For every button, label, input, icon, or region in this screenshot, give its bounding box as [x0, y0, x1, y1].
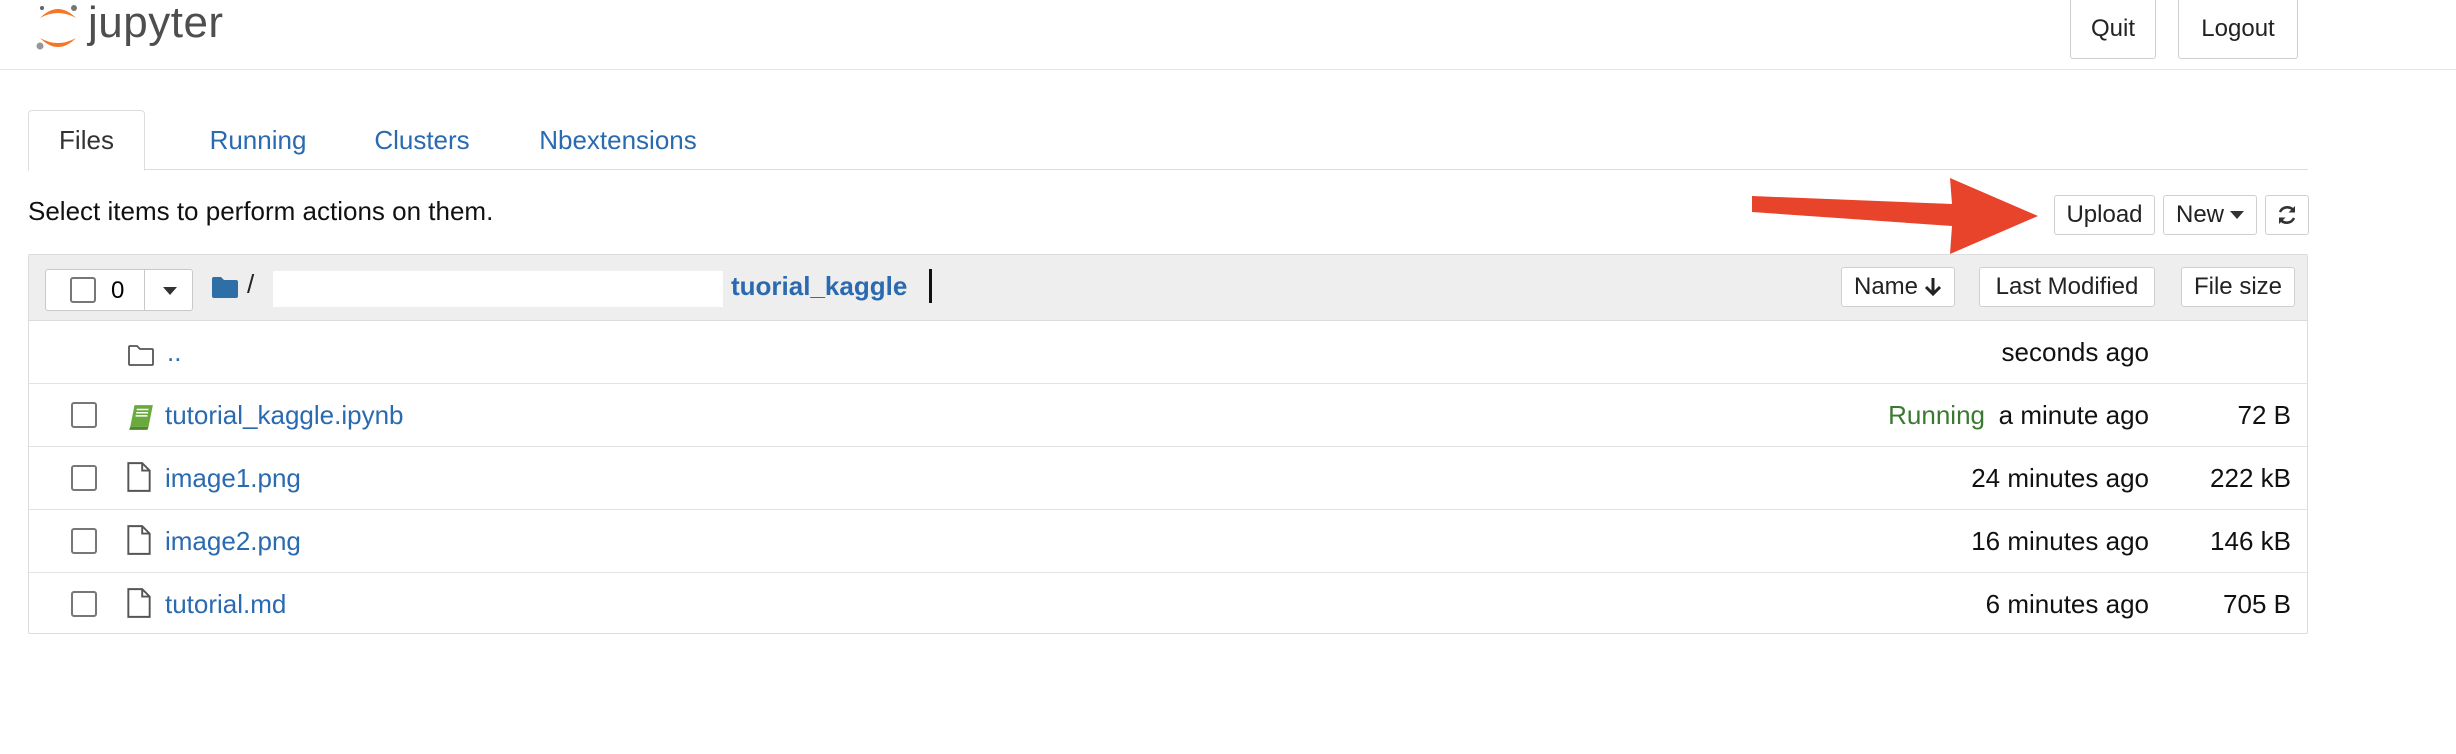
file-icon [127, 588, 151, 618]
arrow-down-icon [1924, 278, 1942, 297]
select-all-group[interactable]: 0 [45, 269, 193, 311]
file-name[interactable]: image1.png [165, 463, 301, 494]
new-dropdown[interactable]: New [2163, 195, 2257, 235]
running-status-label: Running [1888, 400, 1985, 430]
tab-running[interactable]: Running [168, 110, 348, 171]
list-item[interactable]: tutorial_kaggle.ipynb Running a minute a… [29, 384, 2307, 447]
list-item-parent-dir[interactable]: .. seconds ago [29, 321, 2307, 384]
file-name[interactable]: image2.png [165, 526, 301, 557]
file-size: 705 B [2223, 589, 2291, 619]
chevron-down-icon[interactable] [163, 287, 177, 295]
folder-icon [128, 345, 154, 366]
chevron-down-icon [2230, 211, 2244, 219]
tab-bar: Files Running Clusters Nbextensions [28, 110, 2308, 171]
file-name[interactable]: tutorial.md [165, 589, 286, 620]
row-checkbox[interactable] [71, 528, 97, 554]
quit-button[interactable]: Quit [2070, 0, 2156, 59]
text-cursor [929, 269, 932, 303]
last-modified: 16 minutes ago [1971, 526, 2149, 556]
list-item[interactable]: image1.png 24 minutes ago 222 kB [29, 447, 2307, 510]
breadcrumb-separator: / [247, 269, 255, 299]
logout-button[interactable]: Logout [2178, 0, 2298, 59]
arrow-annotation-icon [1752, 178, 2038, 254]
tab-files[interactable]: Files [28, 110, 145, 171]
refresh-icon [2278, 206, 2296, 224]
new-label: New [2175, 201, 2224, 228]
folder-icon[interactable] [211, 275, 239, 299]
divider [144, 270, 145, 310]
refresh-button[interactable] [2265, 195, 2309, 235]
tab-clusters[interactable]: Clusters [332, 110, 512, 171]
file-list: 0 / tuorial_kaggle Name Last Modified Fi… [28, 254, 2308, 634]
sort-by-modified-button[interactable]: Last Modified [1979, 267, 2155, 307]
select-all-checkbox[interactable] [70, 277, 96, 303]
file-name[interactable]: tutorial_kaggle.ipynb [165, 400, 404, 431]
file-size: 222 kB [2210, 463, 2291, 493]
file-size: 72 B [2237, 400, 2292, 430]
last-modified: a minute ago [1998, 400, 2149, 430]
selected-count: 0 [111, 277, 125, 304]
file-name[interactable]: .. [167, 337, 181, 368]
upload-button[interactable]: Upload [2054, 195, 2155, 235]
notebook-icon [129, 405, 153, 430]
jupyter-logo-icon [36, 5, 77, 50]
header-bar: jupyter Quit Logout [0, 0, 2456, 70]
list-item[interactable]: tutorial.md 6 minutes ago 705 B [29, 573, 2307, 636]
file-icon [127, 462, 151, 492]
tab-nbextensions[interactable]: Nbextensions [498, 110, 738, 171]
last-modified: 24 minutes ago [1971, 463, 2149, 493]
breadcrumb-redacted [273, 271, 723, 307]
file-size: 146 kB [2210, 526, 2291, 556]
jupyter-logo[interactable]: jupyter [34, 0, 224, 56]
logo-text: jupyter [88, 0, 224, 47]
row-checkbox[interactable] [71, 591, 97, 617]
selection-hint: Select items to perform actions on them. [28, 196, 494, 226]
last-modified: 6 minutes ago [1985, 589, 2149, 619]
sort-by-size-button[interactable]: File size [2181, 267, 2295, 307]
row-checkbox[interactable] [71, 465, 97, 491]
file-icon [127, 525, 151, 555]
file-list-header: 0 / tuorial_kaggle Name Last Modified Fi… [29, 255, 2307, 321]
row-checkbox[interactable] [71, 402, 97, 428]
list-item[interactable]: image2.png 16 minutes ago 146 kB [29, 510, 2307, 573]
sort-name-label: Name [1853, 273, 1919, 300]
sort-by-name-button[interactable]: Name [1841, 267, 1955, 307]
last-modified: seconds ago [2001, 337, 2149, 367]
breadcrumb-current-dir[interactable]: tuorial_kaggle [731, 271, 907, 302]
